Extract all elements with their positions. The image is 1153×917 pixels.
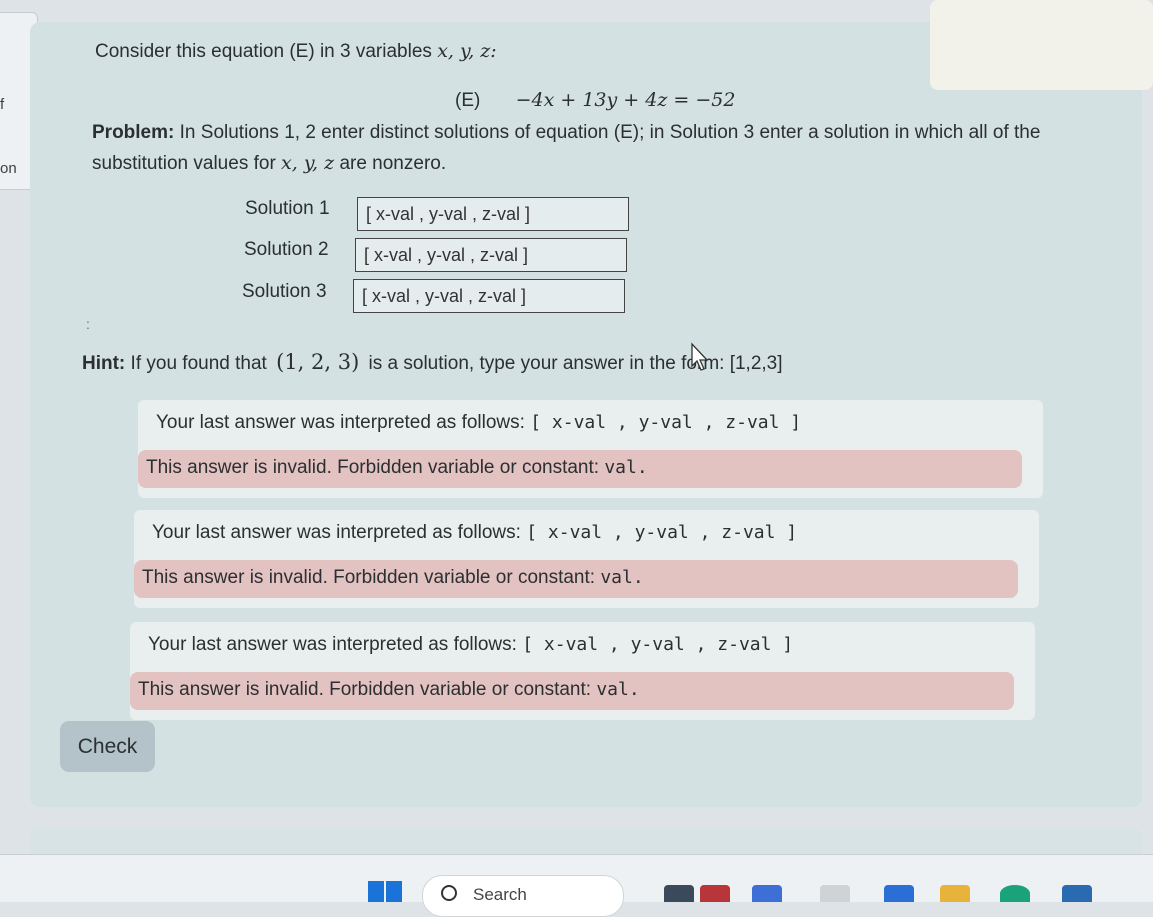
equation: −4x + 13y + 4z = −52 (515, 89, 736, 111)
question-prompt: Consider this equation (E) in 3 variable… (95, 40, 497, 63)
solution-3-input[interactable] (353, 279, 625, 313)
error-code: val. (596, 679, 640, 700)
error-box: This answer is invalid. Forbidden variab… (134, 560, 1018, 598)
taskbar-app-icon[interactable] (664, 885, 694, 902)
taskbar-app-icon[interactable] (820, 885, 850, 902)
solution-1-label: Solution 1 (245, 198, 330, 219)
error-text: This answer is invalid. Forbidden variab… (138, 679, 592, 700)
feedback-block-2: Your last answer was interpreted as foll… (134, 510, 1039, 608)
interpretation-line: Your last answer was interpreted as foll… (152, 522, 797, 544)
problem-text-end: are nonzero. (339, 153, 447, 174)
error-box: This answer is invalid. Forbidden variab… (130, 672, 1014, 710)
error-code: val. (604, 457, 648, 478)
interpretation-value: [ x-val , y-val , z-val ] (526, 522, 798, 543)
taskbar-app-icon[interactable] (1000, 885, 1030, 902)
taskbar-search[interactable]: Search (422, 875, 624, 917)
interpretation-line: Your last answer was interpreted as foll… (156, 412, 801, 434)
taskbar-app-icon[interactable] (700, 885, 730, 902)
taskbar-app-icon[interactable] (752, 885, 782, 902)
hint-example: (1, 2, 3) (276, 350, 360, 374)
solution-2-input[interactable] (355, 238, 627, 272)
separator-mark: : (86, 316, 90, 332)
taskbar-folder-icon[interactable] (940, 885, 970, 902)
sidebar-fragment-bottom: on (0, 160, 17, 177)
error-box: This answer is invalid. Forbidden variab… (138, 450, 1022, 488)
hint-text-before: If you found that (130, 353, 267, 374)
hint-text-after: is a solution, type your answer in the f… (368, 353, 783, 374)
error-message: This answer is invalid. Forbidden variab… (142, 567, 644, 589)
mouse-cursor-icon (691, 342, 709, 371)
error-text: This answer is invalid. Forbidden variab… (142, 567, 596, 588)
search-label: Search (473, 885, 527, 904)
prompt-text: Consider this equation (E) in 3 variable… (95, 41, 432, 62)
taskbar-app-icon[interactable] (884, 885, 914, 902)
interpretation-line: Your last answer was interpreted as foll… (148, 634, 793, 656)
problem-variables: x, y, z (281, 152, 335, 174)
interpretation-label: Your last answer was interpreted as foll… (152, 522, 521, 543)
hint-heading: Hint: (82, 353, 126, 374)
interpretation-label: Your last answer was interpreted as foll… (156, 412, 525, 433)
equation-label: (E) (455, 90, 481, 111)
equation-line: (E) −4x + 13y + 4z = −52 (455, 89, 735, 112)
error-message: This answer is invalid. Forbidden variab… (146, 457, 648, 479)
taskbar-app-icon[interactable] (1062, 885, 1092, 902)
screen-glare (930, 0, 1153, 90)
hint: Hint: If you found that (1, 2, 3) is a s… (82, 350, 783, 375)
feedback-block-1: Your last answer was interpreted as foll… (138, 400, 1043, 498)
interpretation-value: [ x-val , y-val , z-val ] (530, 412, 802, 433)
solution-1-input[interactable] (357, 197, 629, 231)
check-button[interactable]: Check (60, 721, 155, 772)
problem-statement: Problem: In Solutions 1, 2 enter distinc… (92, 117, 1102, 179)
sidebar-fragment-top: f (0, 96, 5, 113)
interpretation-value: [ x-val , y-val , z-val ] (522, 634, 794, 655)
error-code: val. (600, 567, 644, 588)
solution-3-label: Solution 3 (242, 281, 327, 302)
interpretation-label: Your last answer was interpreted as foll… (148, 634, 517, 655)
taskbar: Search (0, 854, 1153, 917)
feedback-block-3: Your last answer was interpreted as foll… (130, 622, 1035, 720)
problem-text: In Solutions 1, 2 enter distinct solutio… (92, 122, 1041, 174)
problem-heading: Problem: (92, 122, 175, 143)
windows-start-icon[interactable] (368, 881, 402, 902)
error-message: This answer is invalid. Forbidden variab… (138, 679, 640, 701)
solution-2-label: Solution 2 (244, 239, 329, 260)
prompt-variables: x, y, z: (437, 40, 497, 62)
error-text: This answer is invalid. Forbidden variab… (146, 457, 600, 478)
search-icon (441, 885, 457, 901)
